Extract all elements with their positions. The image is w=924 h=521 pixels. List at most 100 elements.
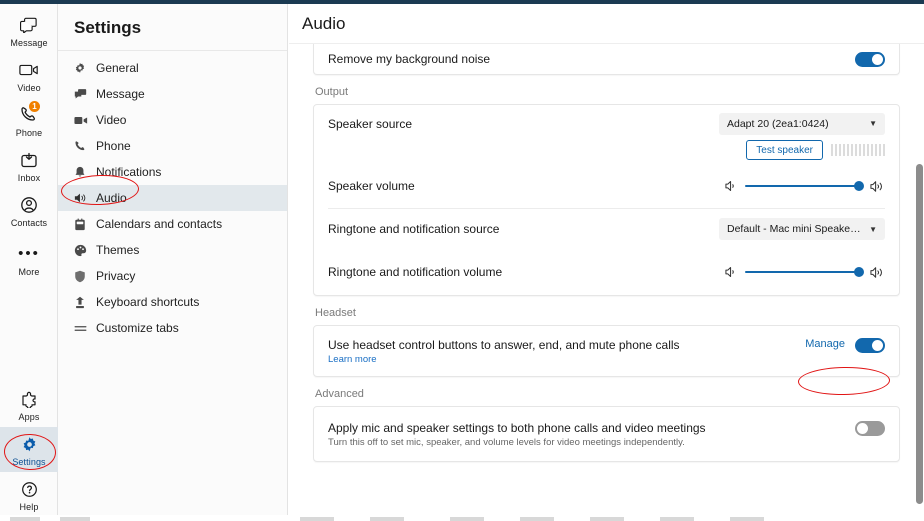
gear-icon (74, 60, 94, 76)
bottom-window-chrome (0, 515, 924, 521)
row-ringtone-source: Ringtone and notification source Default… (314, 209, 899, 249)
speaker-level-meter (831, 144, 885, 156)
sidebar-item-general[interactable]: General (58, 55, 287, 81)
sidebar-item-keyboard-shortcuts[interactable]: Keyboard shortcuts (58, 289, 287, 315)
sidebar-item-label: Themes (96, 243, 140, 257)
toggle-knob (872, 53, 883, 65)
main-scrollbar[interactable] (916, 164, 923, 504)
message-icon (74, 86, 94, 102)
speaker-source-dropdown[interactable]: Adapt 20 (2ea1:0424) ▼ (719, 112, 885, 135)
rail-item-apps[interactable]: Apps (0, 382, 58, 427)
speaker-low-icon (725, 180, 738, 192)
sidebar-item-label: Calendars and contacts (96, 217, 223, 231)
app-window: Message Video 1 Phone Inbox Contacts •••… (0, 0, 924, 521)
row-remove-background-noise: Remove my background noise (314, 44, 899, 74)
rail-item-more[interactable]: ••• More (0, 233, 58, 282)
phone-icon: 1 (16, 101, 42, 126)
sidebar-item-label: Keyboard shortcuts (96, 295, 200, 309)
sidebar-item-privacy[interactable]: Privacy (58, 263, 287, 289)
inbox-icon (16, 149, 42, 171)
sidebar-item-customize-tabs[interactable]: Customize tabs (58, 315, 287, 341)
video-icon (16, 59, 42, 81)
sidebar-item-themes[interactable]: Themes (58, 237, 287, 263)
sidebar-item-label: General (96, 61, 139, 75)
main-content: Audio Remove my background noise Output … (289, 4, 924, 521)
speaker-volume-slider[interactable] (725, 180, 885, 193)
slider-track[interactable] (745, 181, 864, 191)
sidebar-item-message[interactable]: Message (58, 81, 287, 107)
rail-item-label: Help (19, 502, 39, 512)
sidebar-item-label: Customize tabs (96, 321, 179, 335)
row-label: Ringtone and notification volume (328, 265, 503, 279)
section-label-output: Output (315, 86, 349, 98)
advanced-card: Apply mic and speaker settings to both p… (313, 406, 900, 462)
settings-scroll-area[interactable]: Remove my background noise Output Speake… (289, 44, 924, 521)
speaker-icon (74, 190, 94, 206)
section-label-advanced: Advanced (315, 388, 364, 400)
manage-link[interactable]: Manage (805, 338, 845, 350)
apply-mic-speaker-settings-toggle[interactable] (855, 421, 885, 436)
test-speaker-button[interactable]: Test speaker (746, 140, 823, 160)
row-label: Speaker source (328, 116, 413, 131)
rail-item-help[interactable]: Help (0, 472, 58, 517)
row-label: Speaker volume (328, 179, 415, 193)
help-question-icon (16, 478, 42, 500)
sidebar-item-label: Audio (96, 191, 127, 205)
row-ringtone-volume: Ringtone and notification volume (314, 249, 899, 295)
message-icon (16, 14, 42, 36)
palette-icon (74, 242, 94, 258)
rail-item-label: Inbox (17, 173, 41, 183)
rail-item-label: More (18, 267, 40, 277)
sidebar-item-label: Message (96, 87, 145, 101)
sidebar-item-calendars-and-contacts[interactable]: Calendars and contacts (58, 211, 287, 237)
row-speaker-source: Speaker source Adapt 20 (2ea1:0424) ▼ (314, 105, 899, 136)
output-card: Speaker source Adapt 20 (2ea1:0424) ▼ Te… (313, 104, 900, 296)
slider-thumb[interactable] (854, 181, 864, 191)
sidebar-item-phone[interactable]: Phone (58, 133, 287, 159)
speaker-low-icon (725, 266, 738, 278)
learn-more-link[interactable]: Learn more (328, 354, 805, 365)
row-test-speaker: Test speaker (314, 136, 899, 164)
rail-item-inbox[interactable]: Inbox (0, 143, 58, 188)
row-label: Use headset control buttons to answer, e… (328, 338, 680, 352)
bell-icon (74, 164, 94, 180)
sidebar-item-notifications[interactable]: Notifications (58, 159, 287, 185)
list-lines-icon (74, 320, 94, 336)
ringtone-source-value: Default - Mac mini Speakers (B... (727, 223, 863, 235)
more-dots-icon: ••• (18, 245, 40, 262)
settings-panel-title: Settings (58, 4, 287, 51)
row-headset-control-buttons: Use headset control buttons to answer, e… (314, 326, 899, 376)
sidebar-item-label: Phone (96, 139, 131, 153)
rail-item-settings[interactable]: Settings (0, 427, 58, 472)
rail-item-contacts[interactable]: Contacts (0, 188, 58, 233)
row-sublabel: Turn this off to set mic, speaker, and v… (328, 437, 685, 448)
speaker-high-icon (870, 180, 885, 193)
rail-item-label: Message (10, 38, 48, 48)
slider-track[interactable] (745, 267, 864, 277)
ringtone-volume-slider[interactable] (725, 266, 885, 279)
headset-control-toggle[interactable] (855, 338, 885, 353)
rail-item-message[interactable]: Message (0, 8, 58, 53)
sidebar-item-label: Privacy (96, 269, 136, 283)
toggle-knob (872, 340, 883, 351)
remove-background-noise-toggle[interactable] (855, 51, 885, 67)
rail-item-phone[interactable]: 1 Phone (0, 98, 58, 143)
keyboard-icon (74, 294, 94, 310)
row-label: Remove my background noise (328, 52, 491, 66)
rail-item-label: Apps (18, 412, 40, 422)
sidebar-item-audio[interactable]: Audio (58, 185, 287, 211)
slider-thumb[interactable] (854, 267, 864, 277)
calendar-icon (74, 216, 94, 232)
sidebar-item-video[interactable]: Video (58, 107, 287, 133)
phone-unread-badge: 1 (29, 101, 40, 112)
settings-nav-panel: Settings General Message Video Phone Not… (58, 4, 288, 521)
rail-item-label: Settings (12, 457, 46, 467)
chevron-down-icon: ▼ (869, 119, 877, 128)
rail-item-video[interactable]: Video (0, 53, 58, 98)
app-rail-bottom: Apps Settings Help (0, 382, 58, 517)
ringtone-source-dropdown[interactable]: Default - Mac mini Speakers (B... ▼ (719, 218, 885, 240)
speaker-source-value: Adapt 20 (2ea1:0424) (727, 117, 829, 130)
row-apply-mic-speaker-settings: Apply mic and speaker settings to both p… (314, 407, 899, 461)
row-label: Apply mic and speaker settings to both p… (328, 421, 706, 435)
sidebar-item-label: Video (96, 113, 127, 127)
